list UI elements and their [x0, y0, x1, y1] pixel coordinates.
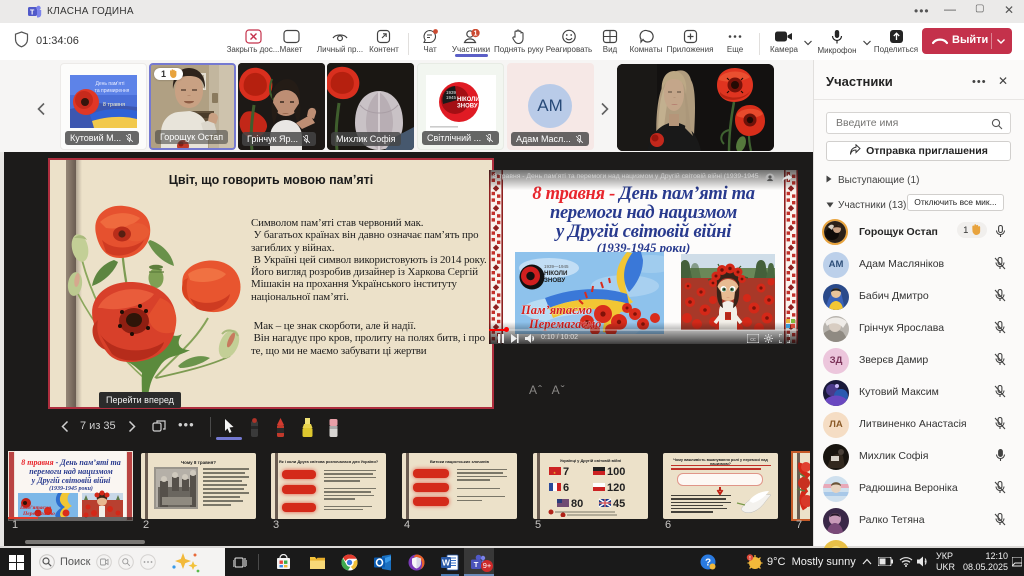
svg-text:(1939-1945 роки): (1939-1945 роки) — [49, 485, 93, 492]
svg-text:8 травня: 8 травня — [103, 102, 125, 108]
svg-text:T: T — [30, 10, 35, 17]
svg-text:у Другій світовій війні: у Другій світовій війні — [31, 476, 111, 485]
svg-text:8 травня - День памʼяті та: 8 травня - День памʼяті та — [21, 458, 121, 467]
svg-text:1945: 1945 — [446, 95, 457, 100]
svg-text:перемоги над нацизмом: перемоги над нацизмом — [29, 467, 113, 476]
svg-text:ЗНОВУ: ЗНОВУ — [544, 277, 565, 284]
svg-text:Памʼятаємо: Памʼятаємо — [520, 303, 592, 317]
svg-text:День памʼяті: День памʼяті — [95, 81, 124, 87]
svg-text:80: 80 — [571, 498, 583, 510]
svg-text:ЗНОВУ: ЗНОВУ — [457, 104, 478, 110]
svg-text:НІКОЛИ: НІКОЛИ — [457, 97, 480, 103]
svg-text:НІКОЛИ: НІКОЛИ — [544, 270, 568, 277]
svg-text:6: 6 — [563, 482, 569, 494]
svg-text:1: 1 — [474, 31, 478, 38]
svg-text:45: 45 — [613, 498, 625, 510]
svg-text:1939—1945: 1939—1945 — [544, 264, 569, 269]
svg-text:120: 120 — [607, 482, 625, 494]
svg-text:100: 100 — [607, 466, 625, 478]
svg-text:W: W — [442, 558, 451, 568]
svg-text:T: T — [474, 560, 479, 569]
svg-text:Перемагаємо: Перемагаємо — [22, 511, 55, 517]
svg-text:cc: cc — [750, 337, 756, 343]
svg-text:7: 7 — [563, 466, 569, 478]
svg-text:та примирення: та примирення — [95, 88, 130, 94]
